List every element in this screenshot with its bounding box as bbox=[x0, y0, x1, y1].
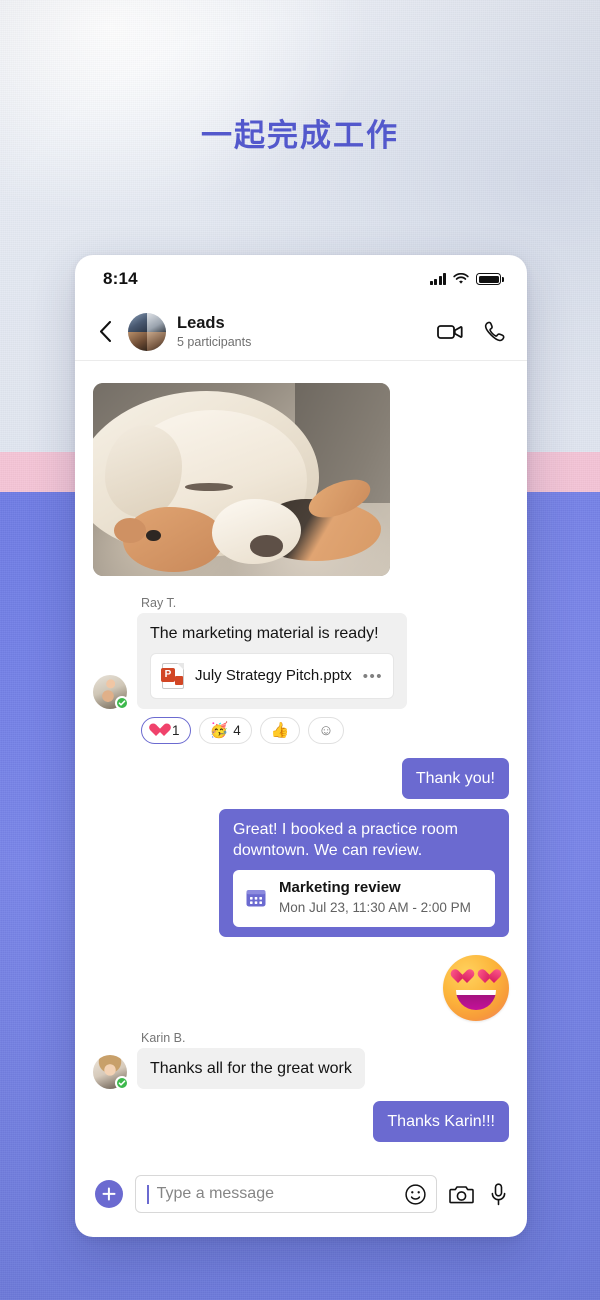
group-avatar[interactable] bbox=[128, 312, 166, 351]
screenshot-root: 一起完成工作 8:14 Leads 5 participants Ray T. … bbox=[0, 0, 600, 1300]
event-title: Marketing review bbox=[279, 879, 401, 897]
reaction-count-heart: 1 bbox=[172, 723, 180, 739]
reaction-chip-party[interactable]: 🥳 4 bbox=[198, 717, 252, 745]
photo-dog-nose bbox=[250, 535, 284, 557]
message-row-thank-you: Thank you! bbox=[93, 758, 509, 800]
message-row-thanks-karin: Thanks Karin!!! bbox=[93, 1101, 509, 1143]
avatar-karin[interactable] bbox=[93, 1055, 129, 1091]
message-bubble-practice-room[interactable]: Great! I booked a practice room downtown… bbox=[219, 809, 509, 938]
battery-full-icon bbox=[476, 273, 504, 285]
message-group-karin: Karin B. Thanks all for the great work bbox=[93, 1031, 509, 1091]
sticker-eye-right bbox=[481, 970, 498, 986]
add-reaction-button[interactable]: ☺ bbox=[308, 717, 344, 745]
presence-available-icon bbox=[115, 1076, 129, 1091]
photo-dog-eye bbox=[185, 483, 233, 492]
heart-icon bbox=[152, 724, 167, 738]
composer-actions bbox=[449, 1182, 507, 1206]
message-bubble-thanks-karin[interactable]: Thanks Karin!!! bbox=[373, 1101, 509, 1143]
message-bubble-karin[interactable]: Thanks all for the great work bbox=[137, 1048, 365, 1090]
wifi-icon bbox=[453, 273, 469, 285]
message-text-ray: The marketing material is ready! bbox=[150, 625, 379, 642]
reaction-bar: 1 🥳 4 👍 ☺ bbox=[141, 717, 509, 745]
reaction-count-party: 4 bbox=[233, 723, 241, 739]
video-camera-icon[interactable] bbox=[437, 323, 463, 341]
message-row-practice-room: Great! I booked a practice room downtown… bbox=[93, 809, 509, 938]
chat-title: Leads bbox=[177, 314, 225, 333]
message-author-karin: Karin B. bbox=[141, 1031, 186, 1046]
message-list[interactable]: Ray T. The marketing material is ready! bbox=[75, 361, 527, 1159]
event-attachment-card[interactable]: Marketing review Mon Jul 23, 11:30 AM - … bbox=[233, 870, 495, 928]
message-input-wrapper[interactable]: Type a message bbox=[135, 1175, 437, 1213]
message-row-photo bbox=[93, 377, 509, 590]
cellular-signal-icon bbox=[429, 273, 446, 285]
file-attachment-card[interactable]: P July Strategy Pitch.pptx ••• bbox=[150, 653, 395, 700]
back-chevron-icon[interactable] bbox=[93, 320, 117, 344]
page-headline: 一起完成工作 bbox=[201, 118, 399, 154]
party-face-icon: 🥳 bbox=[209, 722, 229, 740]
message-input-placeholder[interactable]: Type a message bbox=[157, 1185, 396, 1203]
message-row-ray: The marketing material is ready! P July … bbox=[93, 613, 509, 711]
microphone-icon[interactable] bbox=[490, 1182, 507, 1206]
chat-participants-count: 5 participants bbox=[177, 334, 252, 349]
sticker-mouth bbox=[456, 990, 496, 1011]
reaction-chip-thumbs-up[interactable]: 👍 bbox=[259, 717, 301, 745]
add-reaction-icon: ☺ bbox=[318, 722, 334, 740]
message-row-sticker bbox=[93, 955, 509, 1022]
powerpoint-file-icon: P bbox=[161, 663, 184, 690]
chat-header-actions bbox=[437, 321, 505, 343]
camera-icon[interactable] bbox=[449, 1184, 474, 1205]
avatar-ray[interactable] bbox=[93, 675, 129, 711]
message-bubble-ray[interactable]: The marketing material is ready! P July … bbox=[137, 613, 408, 710]
message-text-practice-room: Great! I booked a practice room downtown… bbox=[233, 821, 458, 860]
message-bubble-thank-you[interactable]: Thank you! bbox=[401, 758, 509, 800]
chat-header: Leads 5 participants bbox=[75, 303, 527, 361]
thumbs-up-icon: 👍 bbox=[270, 722, 290, 740]
phone-handset-icon[interactable] bbox=[483, 321, 505, 343]
event-datetime: Mon Jul 23, 11:30 AM - 2:00 PM bbox=[279, 900, 471, 916]
calendar-icon bbox=[245, 887, 267, 909]
message-row-karin: Thanks all for the great work bbox=[93, 1048, 509, 1091]
phone-mockup: 8:14 Leads 5 participants Ray T. The mar… bbox=[75, 255, 527, 1237]
emoji-smiley-icon[interactable] bbox=[404, 1183, 427, 1206]
file-name: July Strategy Pitch.pptx bbox=[195, 667, 352, 685]
heart-eyes-face-sticker[interactable] bbox=[443, 955, 509, 1022]
file-overflow-menu-icon[interactable]: ••• bbox=[363, 669, 383, 684]
status-bar: 8:14 bbox=[75, 255, 527, 303]
status-bar-icons bbox=[429, 273, 504, 285]
powerpoint-badge-letter: P bbox=[161, 668, 175, 683]
message-group-ray: Ray T. The marketing material is ready! bbox=[93, 596, 509, 745]
text-cursor bbox=[147, 1184, 149, 1204]
chat-title-block[interactable]: Leads 5 participants bbox=[177, 314, 426, 349]
event-details: Marketing review Mon Jul 23, 11:30 AM - … bbox=[279, 879, 471, 917]
message-author-ray: Ray T. bbox=[141, 596, 177, 610]
reaction-chip-heart[interactable]: 1 bbox=[141, 717, 191, 745]
photo-message[interactable] bbox=[93, 383, 390, 576]
sticker-eye-left bbox=[454, 970, 471, 986]
message-composer: Type a message bbox=[75, 1159, 527, 1237]
presence-available-icon bbox=[115, 696, 129, 711]
status-bar-clock: 8:14 bbox=[103, 269, 138, 288]
add-attachment-button[interactable] bbox=[95, 1180, 123, 1208]
